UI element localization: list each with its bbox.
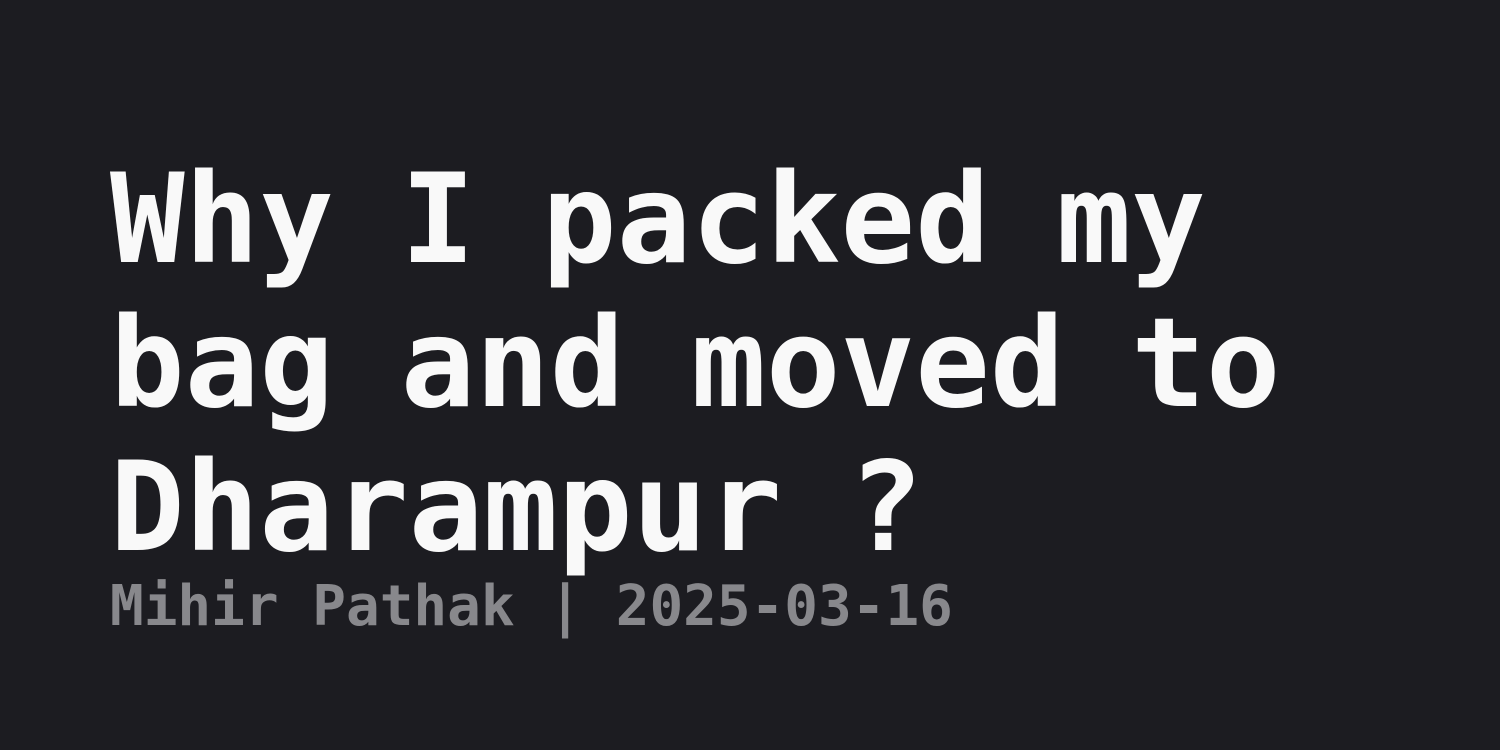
post-meta: Mihir Pathak | 2025-03-16 xyxy=(110,572,1430,642)
post-header: Why I packed my bag and moved to Dharamp… xyxy=(110,148,1430,642)
og-image-card: Why I packed my bag and moved to Dharamp… xyxy=(0,0,1500,750)
post-title: Why I packed my bag and moved to Dharamp… xyxy=(110,148,1281,580)
meta-separator: | xyxy=(548,574,583,639)
post-date: 2025-03-16 xyxy=(615,574,953,639)
post-author: Mihir Pathak xyxy=(110,574,515,639)
